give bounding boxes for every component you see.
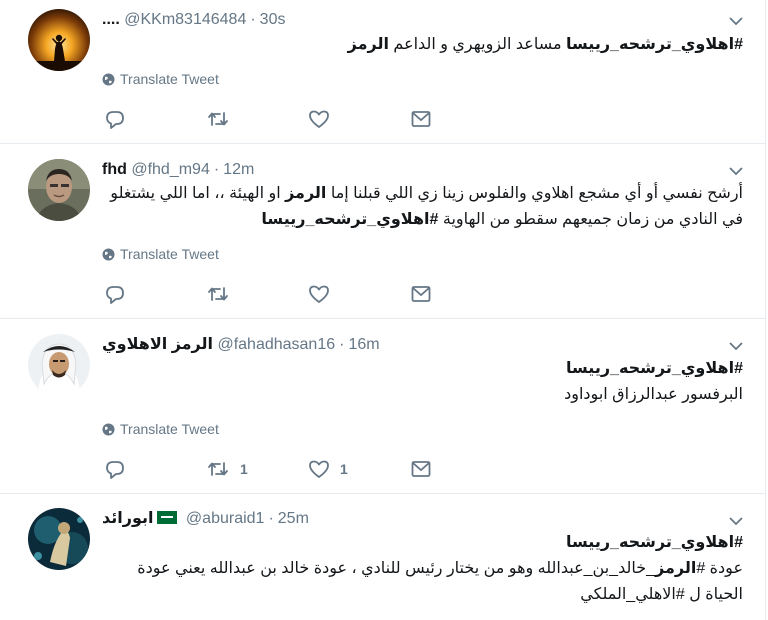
translate-label: Translate Tweet bbox=[120, 421, 219, 437]
tweet-header: الرمز الاهلاوي @fahadhasan16 · 16m bbox=[102, 335, 380, 355]
envelope-icon bbox=[411, 461, 431, 477]
text-segment: عودة # bbox=[696, 560, 743, 577]
tweet-header: ابورائد @aburaid1 · 25m bbox=[102, 509, 309, 529]
text-line: عودة #الرمز_خالد_بن_عبدالله وهو من يختار… bbox=[102, 556, 743, 608]
text-segment: مساعد الزويهري و الداعم bbox=[388, 36, 566, 53]
avatar[interactable] bbox=[28, 9, 90, 71]
tweet[interactable]: الرمز الاهلاوي @fahadhasan16 · 16m #اهلاوي… bbox=[0, 319, 766, 494]
reply-button[interactable] bbox=[104, 108, 136, 130]
hashtag[interactable]: #اهلاوي_ترشحه_رييسا bbox=[566, 36, 743, 53]
reply-button[interactable] bbox=[104, 458, 136, 480]
retweet-icon bbox=[208, 462, 228, 476]
bold-keyword: الرمز bbox=[347, 36, 389, 53]
reply-icon bbox=[106, 461, 124, 479]
bold-keyword: الرمز bbox=[285, 185, 327, 202]
direct-message-button[interactable] bbox=[410, 108, 432, 130]
translate-tweet-link[interactable]: Translate Tweet bbox=[102, 70, 219, 90]
hashtag[interactable]: #اهلاوي_ترشحه_رييسا bbox=[261, 211, 438, 228]
action-bar bbox=[104, 108, 464, 130]
display-name[interactable]: fhd bbox=[102, 161, 127, 178]
avatar[interactable] bbox=[28, 159, 90, 221]
chevron-down-icon[interactable] bbox=[729, 341, 743, 351]
separator-dot: · bbox=[268, 510, 274, 527]
tweet-text: #اهلاوي_ترشحه_رييسا عودة #الرمز_خالد_بن_… bbox=[102, 530, 743, 608]
retweet-count: 1 bbox=[240, 461, 248, 477]
saudi-flag-icon bbox=[157, 511, 178, 524]
reply-icon bbox=[106, 111, 124, 129]
tweet-text: #اهلاوي_ترشحه_رييسا مساعد الزويهري و الد… bbox=[102, 32, 743, 58]
translate-label: Translate Tweet bbox=[120, 71, 219, 87]
text-segment: _خالد_بن_عبدالله وهو من يختار رئيس للناد… bbox=[137, 560, 743, 603]
separator-dot: · bbox=[339, 336, 345, 353]
tweet-text: #اهلاوي_ترشحه_رييسا البرفسور عبدالرزاق ا… bbox=[102, 356, 743, 408]
separator-dot: · bbox=[213, 161, 220, 178]
user-handle[interactable]: @fhd_m94 bbox=[131, 161, 210, 178]
tweet[interactable]: ابورائد @aburaid1 · 25m #اهلاوي_ترشحه_رييس… bbox=[0, 494, 766, 620]
like-button[interactable]: 1 bbox=[308, 458, 348, 480]
like-button[interactable] bbox=[308, 283, 340, 305]
heart-icon bbox=[309, 460, 329, 478]
heart-icon bbox=[309, 285, 329, 303]
like-count: 1 bbox=[340, 461, 348, 477]
user-handle[interactable]: @aburaid1 bbox=[186, 510, 265, 527]
retweet-button[interactable]: 1 bbox=[206, 458, 248, 480]
envelope-icon bbox=[411, 111, 431, 127]
avatar[interactable] bbox=[28, 508, 90, 570]
like-button[interactable] bbox=[308, 108, 340, 130]
tweet-header: .... @KKm83146484 · 30s bbox=[102, 10, 285, 30]
direct-message-button[interactable] bbox=[410, 458, 432, 480]
globe-icon bbox=[102, 247, 115, 265]
translate-tweet-link[interactable]: Translate Tweet bbox=[102, 245, 219, 265]
text-line: البرفسور عبدالرزاق ابوداود bbox=[564, 386, 743, 403]
chevron-down-icon[interactable] bbox=[729, 516, 743, 526]
action-bar: 1 1 bbox=[104, 458, 464, 480]
user-handle[interactable]: @KKm83146484 bbox=[124, 11, 246, 28]
tweet-text: أرشح نفسي أو أي مشجع اهلاوي والفلوس زينا… bbox=[102, 181, 743, 233]
tweet-header: fhd @fhd_m94 · 12m bbox=[102, 160, 254, 180]
reply-button[interactable] bbox=[104, 283, 136, 305]
tweet[interactable]: fhd @fhd_m94 · 12m أرشح نفسي أو أي مشجع اه… bbox=[0, 144, 766, 319]
text-segment: أرشح نفسي أو أي مشجع اهلاوي والفلوس زينا… bbox=[326, 185, 743, 202]
globe-icon bbox=[102, 422, 115, 440]
display-name[interactable]: الرمز الاهلاوي bbox=[102, 336, 213, 353]
bold-keyword[interactable]: الرمز bbox=[655, 560, 696, 577]
timestamp[interactable]: 12m bbox=[223, 161, 254, 178]
translate-tweet-link[interactable]: Translate Tweet bbox=[102, 420, 219, 440]
action-bar bbox=[104, 283, 464, 305]
retweet-button[interactable] bbox=[206, 108, 240, 130]
direct-message-button[interactable] bbox=[410, 283, 432, 305]
heart-icon bbox=[309, 110, 329, 128]
tweet[interactable]: .... @KKm83146484 · 30s #اهلاوي_ترشحه_رييس… bbox=[0, 0, 766, 144]
timestamp[interactable]: 16m bbox=[348, 336, 379, 353]
display-name[interactable]: ابورائد bbox=[102, 510, 153, 527]
reply-icon bbox=[106, 286, 124, 304]
display-name[interactable]: .... bbox=[102, 11, 120, 28]
timestamp[interactable]: 30s bbox=[260, 11, 286, 28]
avatar[interactable] bbox=[28, 334, 90, 396]
hashtag[interactable]: #اهلاوي_ترشحه_رييسا bbox=[102, 356, 743, 382]
chevron-down-icon[interactable] bbox=[729, 16, 743, 26]
globe-icon bbox=[102, 72, 115, 90]
tweet-feed: .... @KKm83146484 · 30s #اهلاوي_ترشحه_رييس… bbox=[0, 0, 768, 620]
retweet-icon bbox=[208, 287, 228, 301]
chevron-down-icon[interactable] bbox=[729, 166, 743, 176]
hashtag[interactable]: #اهلاوي_ترشحه_رييسا bbox=[102, 530, 743, 556]
retweet-icon bbox=[208, 112, 228, 126]
translate-label: Translate Tweet bbox=[120, 246, 219, 262]
retweet-button[interactable] bbox=[206, 283, 240, 305]
user-handle[interactable]: @fahadhasan16 bbox=[217, 336, 335, 353]
timestamp[interactable]: 25m bbox=[278, 510, 309, 527]
envelope-icon bbox=[411, 286, 431, 302]
separator-dot: · bbox=[250, 11, 256, 28]
